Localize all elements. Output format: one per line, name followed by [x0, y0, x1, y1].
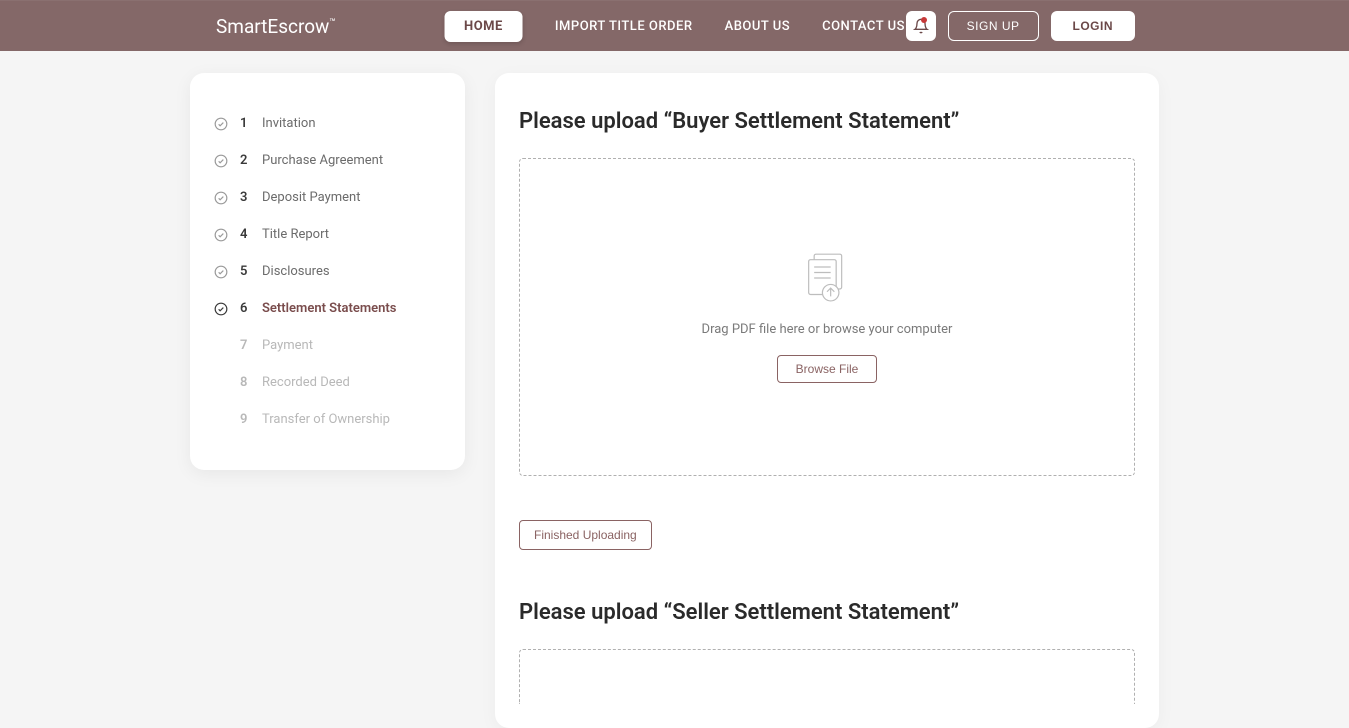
nav-home[interactable]: HOME	[444, 11, 523, 42]
nav-contact-us[interactable]: CONTACT US	[822, 11, 905, 42]
step-number: 7	[240, 338, 250, 353]
sidebar-step-title-report[interactable]: 4 Title Report	[214, 216, 441, 253]
main-content: Please upload “Buyer Settlement Statemen…	[495, 73, 1159, 728]
app-header: SmartEscrow™ HOME IMPORT TITLE ORDER ABO…	[0, 1, 1349, 51]
sidebar-step-invitation[interactable]: 1 Invitation	[214, 105, 441, 142]
nav-about-us[interactable]: ABOUT US	[725, 11, 791, 42]
buyer-upload-title: Please upload “Buyer Settlement Statemen…	[519, 109, 1135, 134]
check-circle-icon	[214, 228, 228, 242]
step-label: Disclosures	[262, 264, 330, 279]
notifications-button[interactable]	[906, 11, 936, 41]
seller-upload-title: Please upload “Seller Settlement Stateme…	[519, 600, 1135, 625]
sidebar-step-settlement-statements[interactable]: 6 Settlement Statements	[214, 290, 441, 327]
step-label: Deposit Payment	[262, 190, 360, 205]
sidebar-step-payment[interactable]: 7 Payment	[214, 327, 441, 364]
step-label: Recorded Deed	[262, 375, 350, 390]
login-button[interactable]: LOGIN	[1051, 11, 1136, 41]
step-number: 5	[240, 264, 250, 279]
document-upload-icon	[805, 252, 849, 304]
steps-sidebar: 1 Invitation 2 Purchase Agreement 3 Depo…	[190, 73, 465, 470]
finished-uploading-button[interactable]: Finished Uploading	[519, 520, 652, 550]
step-number: 8	[240, 375, 250, 390]
notification-dot	[921, 17, 927, 23]
step-number: 9	[240, 412, 250, 427]
buyer-drop-text: Drag PDF file here or browse your comput…	[702, 322, 953, 337]
brand-name: SmartEscrow	[216, 15, 329, 38]
step-label: Invitation	[262, 116, 316, 131]
sidebar-step-deposit-payment[interactable]: 3 Deposit Payment	[214, 179, 441, 216]
step-label: Title Report	[262, 227, 329, 242]
step-label: Purchase Agreement	[262, 153, 383, 168]
step-number: 4	[240, 227, 250, 242]
check-circle-icon	[214, 265, 228, 279]
seller-upload-section: Please upload “Seller Settlement Stateme…	[519, 600, 1135, 704]
buyer-dropzone[interactable]: Drag PDF file here or browse your comput…	[519, 158, 1135, 476]
brand-tm: ™	[329, 17, 335, 28]
sidebar-step-transfer-ownership[interactable]: 9 Transfer of Ownership	[214, 401, 441, 438]
sidebar-step-recorded-deed[interactable]: 8 Recorded Deed	[214, 364, 441, 401]
sidebar-step-disclosures[interactable]: 5 Disclosures	[214, 253, 441, 290]
brand-logo[interactable]: SmartEscrow™	[216, 15, 336, 38]
buyer-browse-button[interactable]: Browse File	[777, 355, 878, 383]
main-nav: HOME IMPORT TITLE ORDER ABOUT US CONTACT…	[444, 11, 905, 42]
step-label: Transfer of Ownership	[262, 412, 390, 427]
check-circle-icon	[214, 154, 228, 168]
buyer-upload-section: Please upload “Buyer Settlement Statemen…	[519, 109, 1135, 550]
check-circle-icon	[214, 117, 228, 131]
signup-button[interactable]: SIGN UP	[948, 11, 1039, 41]
sidebar-step-purchase-agreement[interactable]: 2 Purchase Agreement	[214, 142, 441, 179]
step-number: 2	[240, 153, 250, 168]
step-number: 6	[240, 301, 250, 316]
step-number: 3	[240, 190, 250, 205]
nav-import-title-order[interactable]: IMPORT TITLE ORDER	[555, 11, 693, 42]
step-label: Payment	[262, 338, 313, 353]
check-circle-icon	[214, 191, 228, 205]
check-circle-icon	[214, 302, 228, 316]
step-label: Settlement Statements	[262, 301, 396, 316]
step-number: 1	[240, 116, 250, 131]
